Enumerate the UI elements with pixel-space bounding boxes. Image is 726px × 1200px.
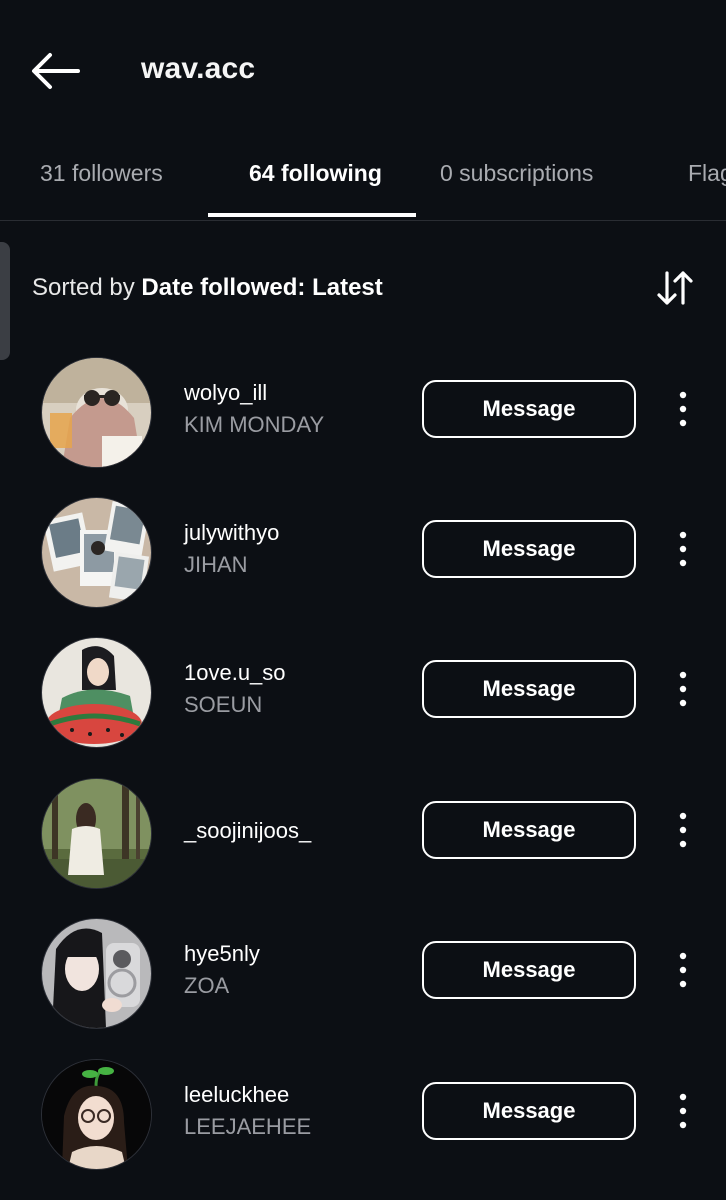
list-item[interactable]: leeluckhee LEEJAEHEE Message — [0, 1059, 726, 1179]
page-title: wav.acc — [141, 52, 256, 85]
active-tab-indicator — [208, 213, 416, 217]
username[interactable]: leeluckhee — [184, 1082, 289, 1108]
avatar-image — [42, 779, 151, 888]
more-options-button[interactable] — [668, 529, 698, 569]
tab-followers[interactable]: 31 followers — [40, 160, 163, 187]
tab-bar: 31 followers 64 following 0 subscription… — [0, 140, 726, 221]
avatar[interactable] — [41, 778, 152, 889]
message-button[interactable]: Message — [422, 380, 636, 438]
username[interactable]: hye5nly — [184, 941, 260, 967]
sort-bar: Sorted by Date followed: Latest — [0, 255, 726, 321]
message-button[interactable]: Message — [422, 520, 636, 578]
avatar[interactable] — [41, 918, 152, 1029]
avatar-image — [42, 358, 151, 467]
list-item[interactable]: julywithyo JIHAN Message — [0, 497, 726, 617]
top-bar: wav.acc — [0, 0, 726, 140]
more-vertical-icon — [679, 1093, 687, 1129]
more-vertical-icon — [679, 812, 687, 848]
message-button[interactable]: Message — [422, 941, 636, 999]
avatar-image — [42, 919, 151, 1028]
tab-following[interactable]: 64 following — [249, 160, 382, 187]
display-name: SOEUN — [184, 692, 263, 717]
display-name: ZOA — [184, 973, 230, 998]
sort-toggle-button[interactable] — [652, 265, 698, 311]
list-item[interactable]: _soojinijoos_ Message — [0, 778, 726, 898]
display-name: LEEJAEHEE — [184, 1114, 312, 1139]
list-item[interactable]: 1ove.u_so SOEUN Message — [0, 637, 726, 757]
message-button[interactable]: Message — [422, 801, 636, 859]
username[interactable]: _soojinijoos_ — [184, 818, 311, 844]
avatar-image — [42, 498, 151, 607]
more-vertical-icon — [679, 952, 687, 988]
list-item[interactable]: hye5nly ZOA Message — [0, 918, 726, 1038]
avatar[interactable] — [41, 1059, 152, 1170]
more-options-button[interactable] — [668, 669, 698, 709]
more-vertical-icon — [679, 671, 687, 707]
sort-value: Date followed: Latest — [141, 274, 383, 301]
message-button[interactable]: Message — [422, 660, 636, 718]
more-options-button[interactable] — [668, 950, 698, 990]
list-item[interactable]: wolyo_ill KIM MONDAY Message — [0, 357, 726, 477]
more-vertical-icon — [679, 391, 687, 427]
username[interactable]: julywithyo — [184, 520, 279, 546]
more-options-button[interactable] — [668, 810, 698, 850]
more-options-button[interactable] — [668, 1091, 698, 1131]
username[interactable]: 1ove.u_so — [184, 660, 286, 686]
display-name: KIM MONDAY — [184, 412, 325, 437]
more-options-button[interactable] — [668, 389, 698, 429]
avatar-image — [42, 1060, 151, 1169]
sort-prefix: Sorted by — [32, 274, 142, 301]
message-button[interactable]: Message — [422, 1082, 636, 1140]
avatar-image — [42, 638, 151, 747]
sort-arrows-icon — [657, 271, 693, 305]
back-button[interactable] — [28, 50, 82, 92]
sort-label[interactable]: Sorted by Date followed: Latest — [32, 274, 383, 302]
avatar[interactable] — [41, 637, 152, 748]
avatar[interactable] — [41, 497, 152, 608]
avatar[interactable] — [41, 357, 152, 468]
username[interactable]: wolyo_ill — [184, 380, 267, 406]
more-vertical-icon — [679, 531, 687, 567]
tab-subscriptions[interactable]: 0 subscriptions — [440, 160, 593, 187]
display-name: JIHAN — [184, 552, 248, 577]
tab-flagged[interactable]: Flag — [688, 160, 726, 187]
arrow-left-icon — [32, 53, 80, 89]
